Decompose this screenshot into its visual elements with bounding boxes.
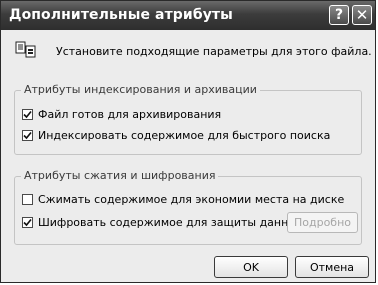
compress-checkbox[interactable]: Сжимать содержимое для экономии места на… (22, 193, 344, 206)
encrypt-check[interactable] (22, 217, 33, 228)
title-bar[interactable]: Дополнительные атрибуты ? ✕ (1, 1, 375, 30)
index-archive-group-label: Атрибуты индексирования и архивации (21, 83, 260, 96)
cancel-button-label: Отмена (309, 260, 355, 274)
close-icon: ✕ (355, 6, 369, 24)
checkmark-icon (23, 131, 32, 140)
window-title: Дополнительные атрибуты (9, 7, 233, 23)
details-button[interactable]: Подробно (287, 212, 358, 233)
help-button[interactable]: ? (329, 5, 349, 25)
compress-check[interactable] (22, 194, 33, 205)
checkmark-icon (23, 218, 32, 227)
description-text: Установите подходящие параметры для этог… (56, 45, 372, 58)
index-content-check[interactable] (22, 130, 33, 141)
file-attributes-icon (15, 41, 36, 58)
index-content-label: Индексировать содержимое для быстрого по… (38, 129, 331, 142)
ok-button[interactable]: OK (214, 256, 288, 278)
help-icon: ? (334, 7, 344, 23)
compress-encrypt-group: Атрибуты сжатия и шифрования Сжимать сод… (14, 169, 362, 245)
index-content-checkbox[interactable]: Индексировать содержимое для быстрого по… (22, 129, 330, 142)
archive-ready-label: Файл готов для архивирования (38, 108, 222, 121)
compress-encrypt-group-label: Атрибуты сжатия и шифрования (21, 169, 219, 182)
details-button-label: Подробно (293, 216, 352, 229)
compress-label: Сжимать содержимое для экономии места на… (38, 193, 345, 206)
archive-ready-checkbox[interactable]: Файл готов для архивирования (22, 108, 221, 121)
archive-ready-check[interactable] (22, 109, 33, 120)
ok-button-label: OK (243, 260, 259, 274)
encrypt-label: Шифровать содержимое для защиты данных (38, 216, 304, 229)
checkmark-icon (23, 110, 32, 119)
index-archive-group: Атрибуты индексирования и архивации Файл… (14, 83, 362, 155)
encrypt-checkbox[interactable]: Шифровать содержимое для защиты данных (22, 216, 304, 229)
advanced-attributes-dialog: Дополнительные атрибуты ? ✕ Установите п… (0, 0, 376, 283)
close-button[interactable]: ✕ (352, 5, 372, 25)
cancel-button[interactable]: Отмена (295, 256, 369, 278)
